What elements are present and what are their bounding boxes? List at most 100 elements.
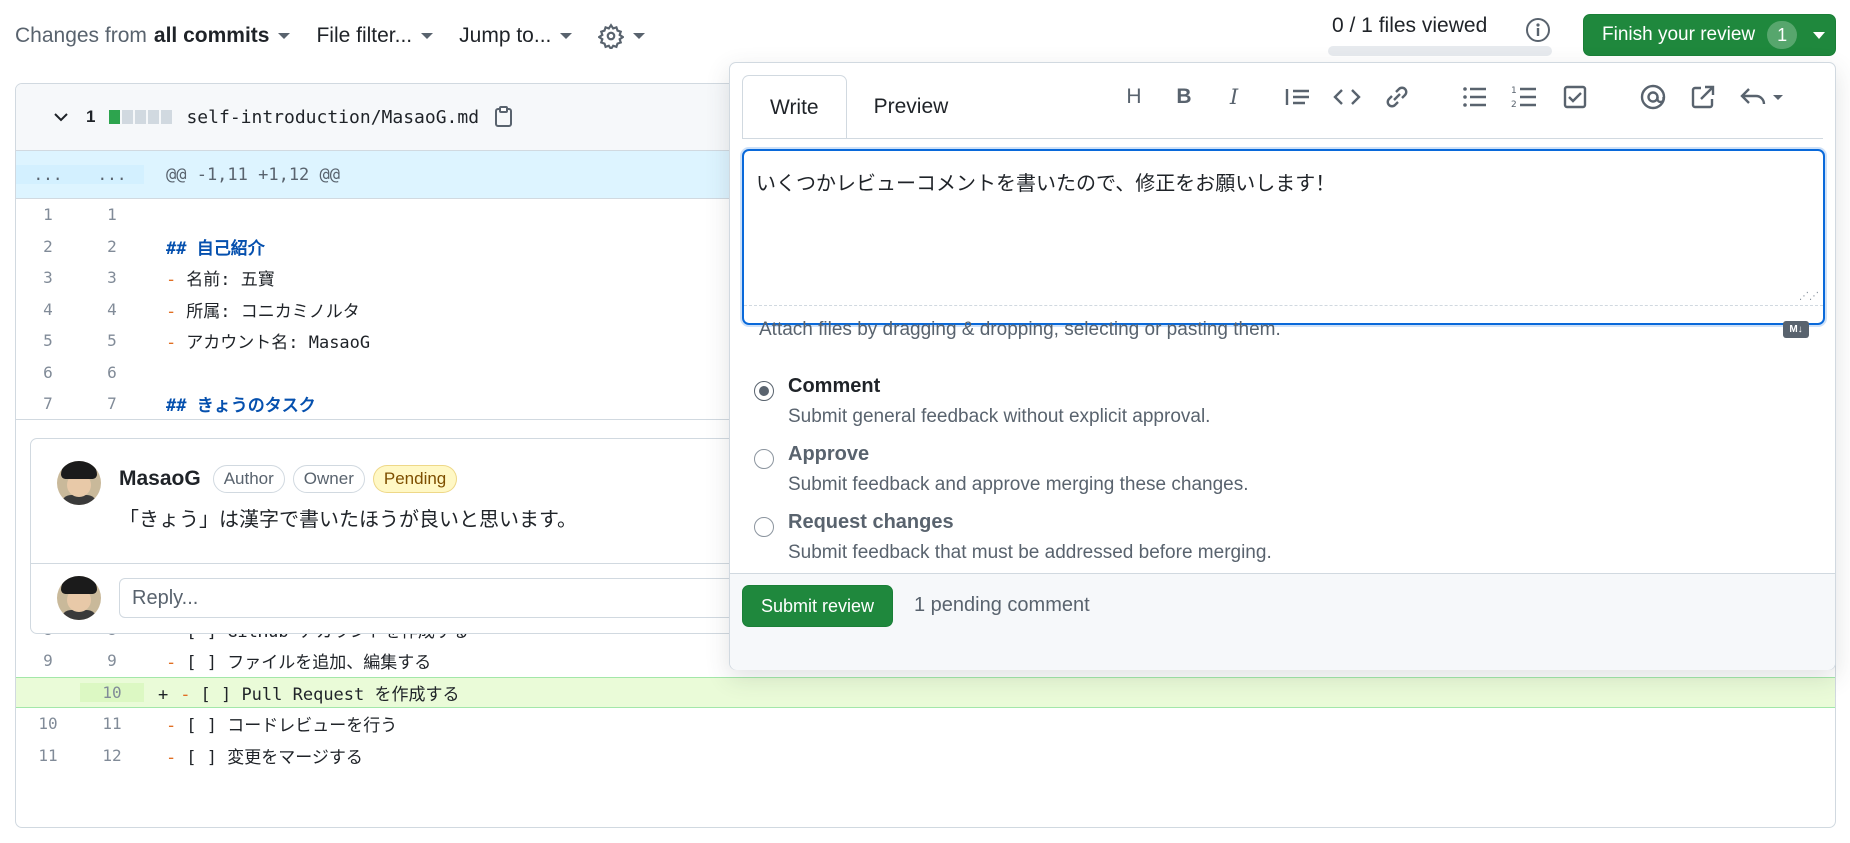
finish-review-label: Finish your review [1602,24,1756,45]
old-line-number[interactable]: 6 [16,363,80,382]
diff-line: 11 12 -[ ] 変更をマージする [16,740,1835,772]
review-option-approve[interactable]: Approve Submit feedback and approve merg… [754,443,1249,496]
request-changes-radio[interactable] [754,517,774,537]
option-title: Comment [788,375,881,397]
quote-icon[interactable] [1279,79,1315,115]
files-viewed-bar [1328,46,1552,56]
chevron-down-icon [1813,31,1826,39]
list-marker: - [166,716,177,737]
reply-row: Reply... [31,564,789,620]
reply-input[interactable]: Reply... [119,578,759,618]
expand-up-old[interactable]: ... [16,165,80,184]
review-footer: Submit review 1 pending comment [730,573,1835,670]
file-filter-label: File filter... [316,24,413,47]
review-option-request-changes[interactable]: Request changes Submit feedback that mus… [754,511,1272,564]
old-line-number[interactable]: 11 [16,746,80,765]
review-comment-box: MasaoG Author Owner Pending 「きょう」は漢字で書いた… [30,438,790,634]
review-popover: Write Preview H B I 12 いくつかレビューコメントを書いたの… [729,62,1836,670]
old-line-number[interactable]: 2 [16,237,80,256]
diffstat-bar [109,110,173,124]
finish-review-button[interactable]: Finish your review 1 [1583,14,1836,56]
pending-badge: Pending [372,465,458,493]
comment-radio[interactable] [754,381,774,401]
attach-divider [744,305,1823,306]
jump-to-dropdown[interactable]: Jump to... [459,24,573,48]
new-line-number[interactable]: 2 [80,237,144,256]
cross-reference-icon[interactable] [1685,79,1721,115]
new-line-number[interactable]: 6 [80,363,144,382]
list-marker: - [166,653,177,674]
expand-up-new[interactable]: ... [80,165,144,184]
review-comment-text[interactable]: いくつかレビューコメントを書いたので、修正をお願いします！ [756,167,1335,196]
chevron-down-icon [278,33,291,39]
option-description: Submit general feedback without explicit… [788,406,1211,427]
ordered-list-icon[interactable]: 12 [1507,79,1543,115]
option-title: Approve [788,443,870,465]
saved-replies-icon[interactable] [1735,79,1795,115]
review-comment-editor[interactable]: いくつかレビューコメントを書いたので、修正をお願いします！ ⋰⋰ Attach … [742,149,1825,340]
diff-settings-dropdown[interactable] [598,23,646,49]
old-line-number[interactable]: 3 [16,268,80,287]
line-code: [ ] Pull Request を作成する [200,684,460,705]
mention-icon[interactable] [1635,79,1671,115]
avatar[interactable] [57,461,101,505]
files-viewed-text: 0 / 1 files viewed [1332,14,1488,37]
new-line-number[interactable]: 12 [80,746,144,765]
old-line-number[interactable]: 5 [16,331,80,350]
bold-icon[interactable]: B [1166,79,1202,115]
resize-handle-icon[interactable]: ⋰⋰ [1799,291,1819,302]
review-comment: MasaoG Author Owner Pending 「きょう」は漢字で書いた… [31,439,789,564]
new-line-number[interactable]: 7 [80,394,144,413]
comment-author[interactable]: MasaoG [119,467,201,491]
attach-files-hint[interactable]: Attach files by dragging & dropping, sel… [759,319,1281,341]
diff-line-added: 10 + -[ ] Pull Request を作成する [16,676,1835,708]
line-code: 所属: コニカミノルタ [186,301,360,322]
review-option-comment[interactable]: Comment Submit general feedback without … [754,375,1210,428]
new-line-number[interactable]: 3 [80,268,144,287]
new-line-number[interactable]: 10 [80,682,144,702]
list-marker: - [166,747,177,768]
new-line-number[interactable]: 5 [80,331,144,350]
files-viewed-progress: 0 / 1 files viewed [1328,14,1552,56]
tab-preview[interactable]: Preview [847,75,976,139]
diff-change-count: 1 [86,107,96,126]
option-description: Submit feedback that must be addressed b… [788,542,1272,563]
new-line-number[interactable]: 9 [80,651,144,670]
old-line-number[interactable]: 10 [16,714,80,733]
file-path[interactable]: self-introduction/MasaoG.md [186,107,479,128]
new-line-number[interactable]: 1 [80,205,144,224]
commit-range-value: all commits [153,24,270,47]
list-marker: - [166,270,177,291]
tab-write[interactable]: Write [742,75,847,139]
new-line-number[interactable]: 4 [80,300,144,319]
unordered-list-icon[interactable] [1457,79,1493,115]
new-line-number[interactable]: 11 [80,714,144,733]
old-line-number[interactable]: 7 [16,394,80,413]
submit-review-button[interactable]: Submit review [742,585,894,627]
commit-range-prefix: Changes from [15,24,147,47]
pending-comment-count: 1 pending comment [914,594,1090,616]
file-filter-dropdown[interactable]: File filter... [316,24,434,48]
jump-to-label: Jump to... [459,24,552,47]
list-marker: - [166,333,177,354]
hunk-range: @@ -1,11 +1,12 @@ [166,164,340,185]
commit-range-dropdown[interactable]: Changes from all commits [15,24,291,48]
svg-text:2: 2 [1511,100,1517,110]
code-icon[interactable] [1329,79,1365,115]
approve-radio[interactable] [754,449,774,469]
old-line-number[interactable]: 1 [16,205,80,224]
info-icon[interactable] [1524,16,1552,44]
task-list-icon[interactable] [1557,79,1593,115]
svg-text:1: 1 [1511,86,1517,96]
italic-icon[interactable]: I [1216,79,1252,115]
heading-icon[interactable]: H [1116,79,1152,115]
link-icon[interactable] [1379,79,1415,115]
line-code: [ ] 変更をマージする [186,747,363,768]
markdown-icon: M↓ [1783,321,1809,338]
copy-icon[interactable] [493,105,515,129]
chevron-down-icon[interactable] [50,106,72,128]
old-line-number[interactable]: 9 [16,651,80,670]
old-line-number[interactable]: 4 [16,300,80,319]
author-badge: Author [212,465,285,493]
diff-line: 10 11 -[ ] コードレビューを行う [16,708,1835,740]
